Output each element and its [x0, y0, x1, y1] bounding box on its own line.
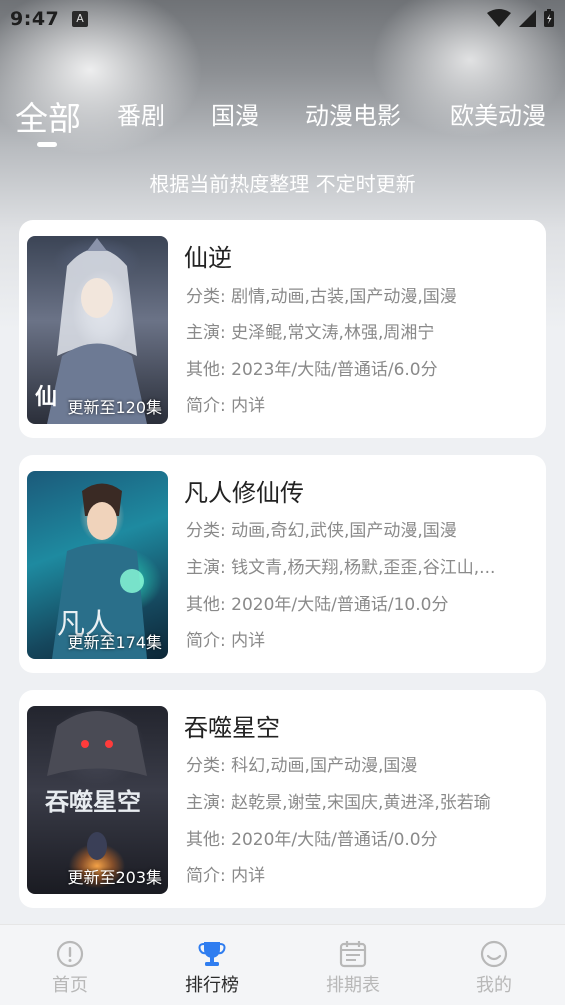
nav-schedule[interactable]: 排期表	[303, 925, 403, 1005]
intro-label: 简介:	[186, 396, 226, 416]
cast-row: 主演: 史泽鲲,常文涛,林强,周湘宁	[186, 318, 434, 343]
anime-card[interactable]: 凡人 更新至174集 凡人修仙传 分类: 动画,奇幻,武侠,国产动漫,国漫 主演…	[19, 455, 546, 673]
calendar-icon	[339, 941, 367, 968]
wifi-icon	[487, 9, 511, 27]
category-label: 分类:	[186, 756, 226, 776]
anime-card[interactable]: 仙 更新至120集 仙逆 分类: 剧情,动画,古装,国产动漫,国漫 主演: 史泽…	[19, 220, 546, 438]
cast-row: 主演: 赵乾景,谢莹,宋国庆,黄进泽,张若瑜	[186, 788, 491, 813]
home-icon	[56, 940, 84, 968]
intro-row: 简介: 内详	[186, 626, 265, 651]
other-row: 其他: 2020年/大陆/普通话/10.0分	[186, 590, 448, 615]
category-value: 动画,奇幻,武侠,国产动漫,国漫	[231, 521, 457, 541]
tab-guoman[interactable]: 国漫	[211, 96, 259, 131]
poster-image[interactable]: 凡人 更新至174集	[27, 471, 168, 659]
svg-text:吞噬星空: 吞噬星空	[45, 788, 141, 816]
status-time: 9:47	[10, 8, 60, 30]
cast-row: 主演: 钱文青,杨天翔,杨默,歪歪,谷江山,...	[186, 553, 495, 578]
intro-value: 内详	[231, 866, 266, 886]
smiley-icon	[480, 940, 508, 968]
tab-all[interactable]: 全部	[15, 92, 81, 140]
bottom-navigation: 首页 排行榜 排期表 我的	[0, 924, 565, 1005]
anime-title[interactable]: 仙逆	[184, 238, 232, 273]
anime-title[interactable]: 吞噬星空	[184, 708, 280, 743]
category-row: 分类: 剧情,动画,古装,国产动漫,国漫	[186, 282, 457, 307]
svg-text:仙: 仙	[35, 384, 57, 410]
poster-image[interactable]: 仙 更新至120集	[27, 236, 168, 424]
other-value: 2023年/大陆/普通话/6.0分	[231, 360, 438, 380]
other-label: 其他:	[186, 830, 226, 850]
category-row: 分类: 科幻,动画,国产动漫,国漫	[186, 751, 417, 776]
nav-profile-label: 我的	[476, 975, 512, 996]
cast-value: 赵乾景,谢莹,宋国庆,黄进泽,张若瑜	[231, 793, 491, 813]
anime-card[interactable]: 吞噬星空 更新至203集 吞噬星空 分类: 科幻,动画,国产动漫,国漫 主演: …	[19, 690, 546, 908]
other-value: 2020年/大陆/普通话/10.0分	[231, 595, 449, 615]
intro-value: 内详	[231, 631, 266, 651]
tab-anime-movie[interactable]: 动漫电影	[305, 96, 401, 131]
episode-caption: 更新至120集	[67, 398, 162, 417]
intro-label: 简介:	[186, 631, 226, 651]
other-row: 其他: 2023年/大陆/普通话/6.0分	[186, 355, 438, 380]
tab-bangumi[interactable]: 番剧	[117, 96, 165, 131]
cast-value: 钱文青,杨天翔,杨默,歪歪,谷江山,...	[231, 558, 496, 578]
other-row: 其他: 2020年/大陆/普通话/0.0分	[186, 825, 438, 850]
nav-profile[interactable]: 我的	[444, 925, 544, 1005]
other-label: 其他:	[186, 360, 226, 380]
nav-schedule-label: 排期表	[326, 975, 380, 996]
tab-western-anime[interactable]: 欧美动漫	[450, 96, 546, 131]
category-label: 分类:	[186, 521, 226, 541]
cast-label: 主演:	[186, 558, 226, 578]
tab-indicator	[37, 142, 57, 147]
category-value: 科幻,动画,国产动漫,国漫	[231, 756, 418, 776]
category-value: 剧情,动画,古装,国产动漫,国漫	[231, 287, 457, 307]
notification-icon: A	[72, 11, 88, 27]
other-value: 2020年/大陆/普通话/0.0分	[231, 830, 438, 850]
status-bar: 9:47 A	[0, 0, 565, 38]
nav-home-label: 首页	[52, 975, 88, 996]
episode-caption: 更新至203集	[67, 868, 162, 887]
intro-value: 内详	[231, 396, 266, 416]
poster-image[interactable]: 吞噬星空 更新至203集	[27, 706, 168, 894]
cast-label: 主演:	[186, 323, 226, 343]
intro-row: 简介: 内详	[186, 861, 265, 886]
other-label: 其他:	[186, 595, 226, 615]
ranking-subtitle: 根据当前热度整理 不定时更新	[149, 172, 416, 196]
nav-ranking-label: 排行榜	[185, 975, 239, 996]
trophy-icon	[198, 942, 226, 966]
category-tabs: 全部 番剧 国漫 动漫电影 欧美动漫	[0, 96, 565, 146]
nav-home[interactable]: 首页	[20, 925, 120, 1005]
battery-icon	[544, 9, 554, 27]
status-icons	[487, 8, 555, 28]
episode-caption: 更新至174集	[67, 633, 162, 652]
intro-row: 简介: 内详	[186, 391, 265, 416]
intro-label: 简介:	[186, 866, 226, 886]
signal-icon	[519, 10, 536, 27]
category-row: 分类: 动画,奇幻,武侠,国产动漫,国漫	[186, 516, 457, 541]
anime-title[interactable]: 凡人修仙传	[184, 473, 304, 508]
nav-ranking[interactable]: 排行榜	[162, 925, 262, 1005]
category-label: 分类:	[186, 287, 226, 307]
cast-label: 主演:	[186, 793, 226, 813]
cast-value: 史泽鲲,常文涛,林强,周湘宁	[231, 323, 435, 343]
